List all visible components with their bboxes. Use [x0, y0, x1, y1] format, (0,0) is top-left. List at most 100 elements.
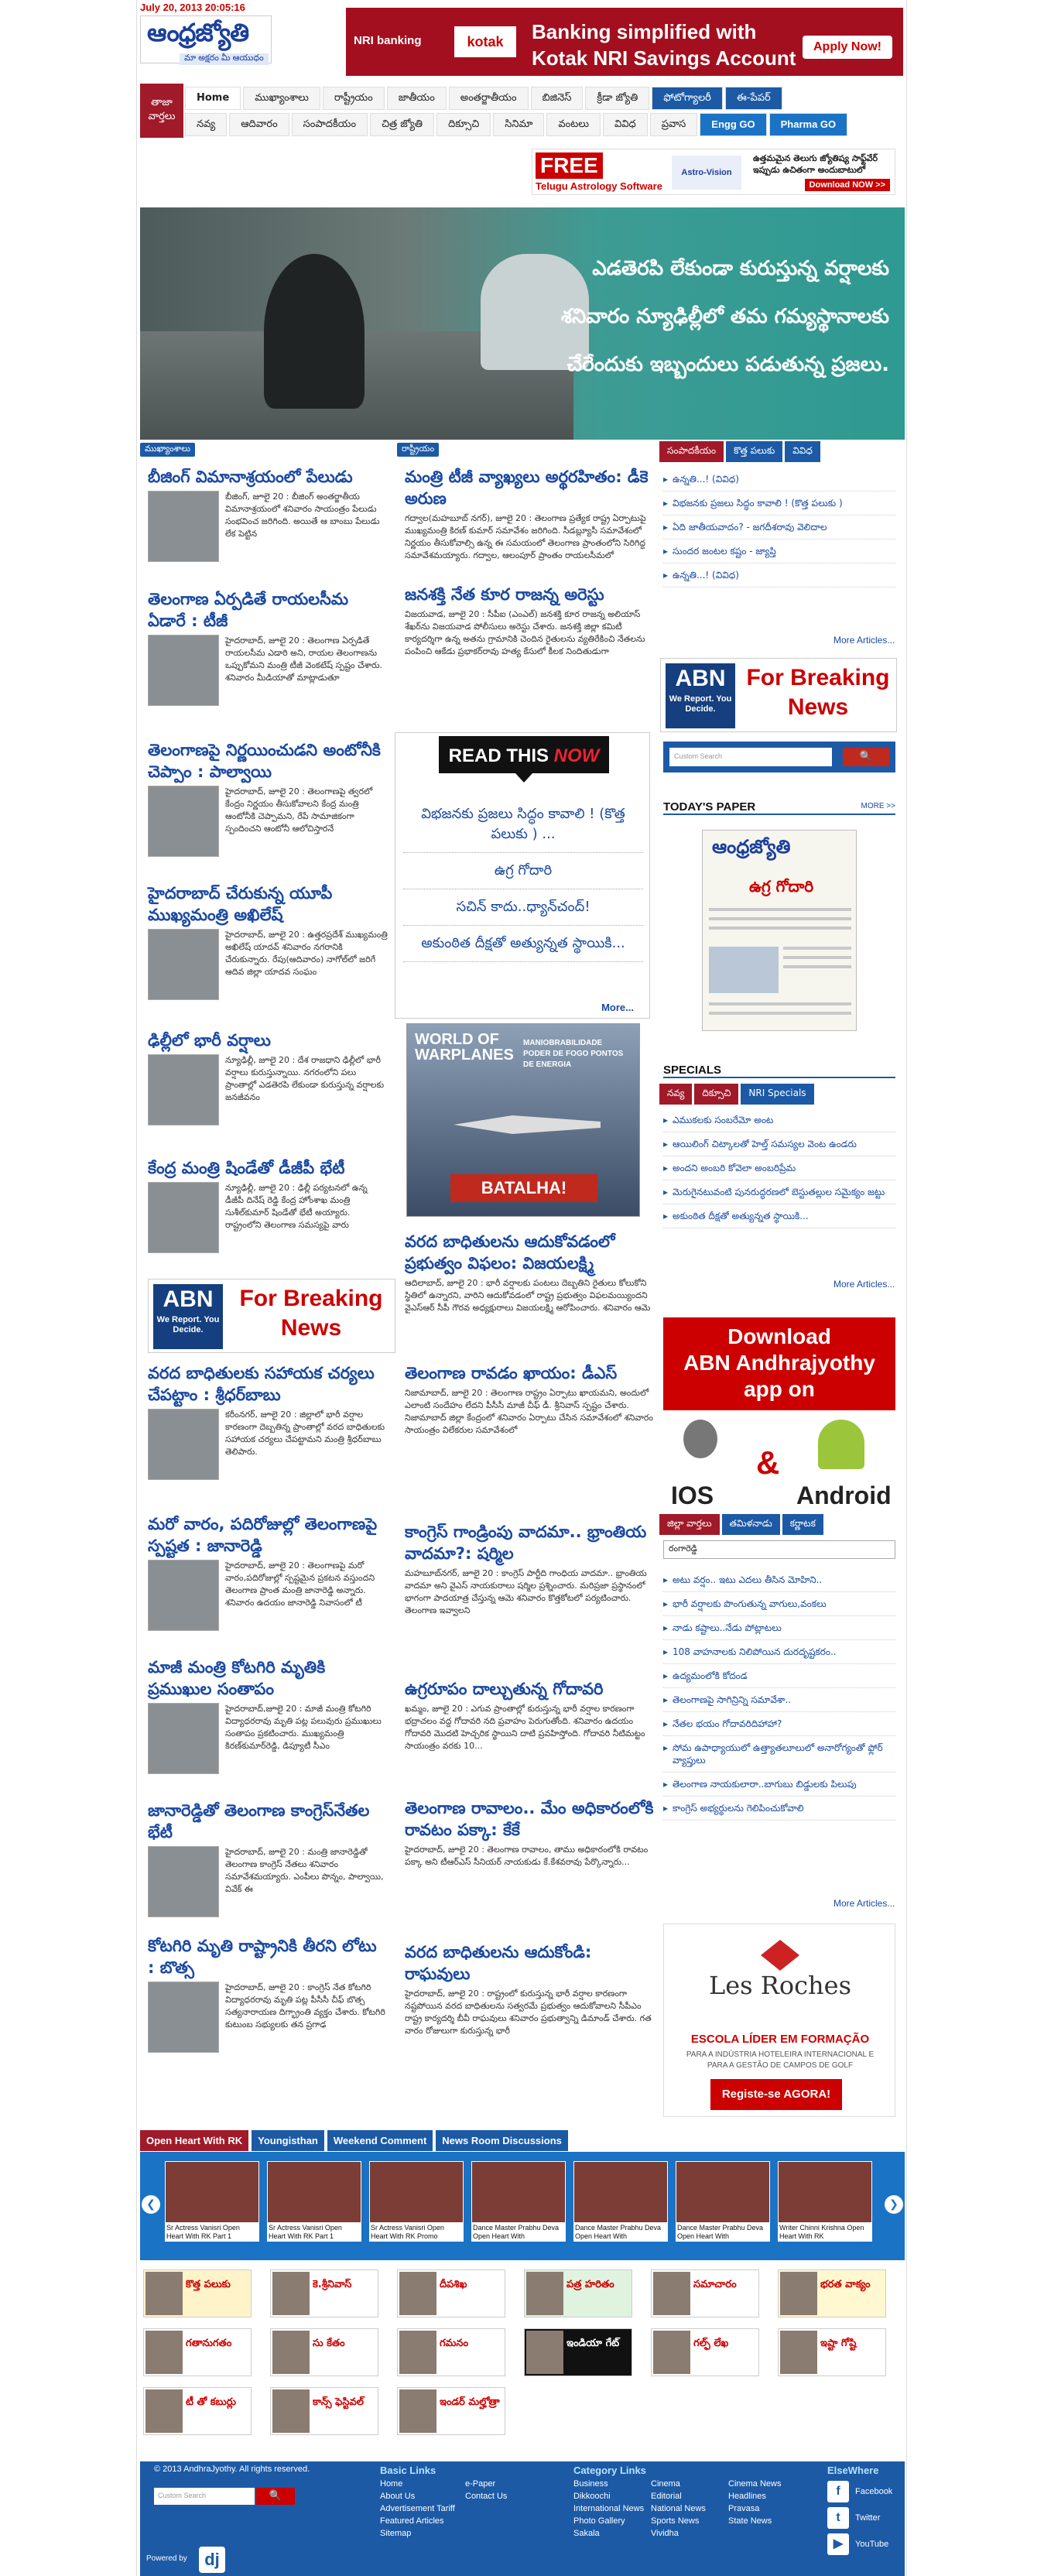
footer-link[interactable]: Photo Gallery: [573, 2516, 651, 2526]
list-item[interactable]: కాంగ్రెస్ అభ్యర్థులను గెలిపించుకోవాలి: [663, 1797, 895, 1821]
columnist-badge[interactable]: దీపశిఖ: [397, 2269, 505, 2317]
read-now-item[interactable]: విభజనకు ప్రజలు సిద్ధం కావాలి ! (కొత్త పల…: [403, 796, 643, 853]
youtube-link[interactable]: ▶ YouTube: [827, 2533, 892, 2555]
footer-link[interactable]: e-Paper: [465, 2479, 550, 2489]
video-item[interactable]: Sr Actress Vanisri Open Heart With RK Pr…: [369, 2161, 464, 2242]
footer-link[interactable]: Advertisement Tariff: [380, 2504, 465, 2513]
nav-item[interactable]: నవ్య: [185, 113, 228, 136]
list-item[interactable]: విభజనకు ప్రజలు సిద్ధం కావాలి ! (కొత్త పల…: [663, 492, 895, 516]
news-thumbnail[interactable]: [148, 786, 219, 857]
tab[interactable]: కొత్త పలుకు: [726, 441, 783, 462]
columnist-badge[interactable]: గల్ఫ్ లేఖ: [651, 2328, 759, 2376]
footer-link[interactable]: Sports News: [651, 2516, 728, 2526]
list-item[interactable]: ఏది జాతీయవాదం? - జగదీశరావు వెలిదాల: [663, 516, 895, 540]
video-thumbnail[interactable]: [471, 2161, 566, 2223]
video-item[interactable]: Writer Chinni Krishna Open Heart With RK: [778, 2161, 872, 2242]
read-more-link[interactable]: More...: [601, 1002, 634, 1013]
news-thumbnail[interactable]: [148, 929, 219, 1000]
news-thumbnail[interactable]: [148, 491, 219, 562]
footer-link[interactable]: Business: [573, 2479, 651, 2489]
more-articles-3[interactable]: More Articles...: [833, 1898, 895, 1909]
list-item[interactable]: ఉన్నతి...! (వివిధ): [663, 564, 895, 587]
list-item[interactable]: ఉద్యమంలోకి కోదండ: [663, 1664, 895, 1688]
news-thumbnail[interactable]: [148, 1054, 219, 1125]
news-headline[interactable]: కేంద్ర మంత్రి షిండేతో డీజీపీ భేటీ: [148, 1157, 388, 1179]
list-item[interactable]: 108 వాహనాలకు నిలిపోయిన దురదృష్టకరం..: [663, 1640, 895, 1664]
news-thumbnail[interactable]: [148, 1560, 219, 1631]
list-item[interactable]: అందని అంబరి కోవెలా అంబరిప్రేమ: [663, 1156, 895, 1180]
register-button[interactable]: Registe-se AGORA!: [710, 2079, 842, 2110]
video-thumbnail[interactable]: [676, 2161, 770, 2223]
nav-item[interactable]: బిజినెస్: [530, 87, 584, 110]
footer-link[interactable]: Cinema: [651, 2479, 728, 2489]
list-item[interactable]: ఆయిలింగ్ చిట్కాలతో హెల్త్ సమస్యల వెంట ఉం…: [663, 1132, 895, 1156]
les-roches-ad[interactable]: Les Roches ESCOLA LÍDER EM FORMAÇÃO PARA…: [663, 1923, 895, 2117]
tab[interactable]: NRI Specials: [741, 1084, 814, 1105]
nav-item[interactable]: దిక్సూచి: [436, 113, 491, 136]
news-headline[interactable]: మంత్రి టీజీ వ్యాఖ్యలు అర్థరహితం: డీకె అర…: [405, 466, 654, 509]
list-item[interactable]: ఎముకలకు సంబరేమో అంట: [663, 1108, 895, 1132]
search-icon[interactable]: 🔍: [843, 748, 889, 766]
prev-arrow-icon[interactable]: ❮: [142, 2195, 160, 2214]
nav-item[interactable]: వివిధ: [603, 113, 648, 136]
tab[interactable]: వివిధ: [785, 441, 820, 462]
batalha-button[interactable]: BATALHA!: [450, 1174, 597, 1202]
nav-item[interactable]: క్రీడా జ్యోతి: [585, 87, 650, 110]
todays-paper-more[interactable]: MORE >>: [861, 802, 895, 810]
news-headline[interactable]: వరద బాధితులకు సహాయక చర్యలు చేపట్టాం : శ్…: [148, 1362, 388, 1406]
photo-banner[interactable]: ఎడతెరపి లేకుండా కురుస్తున్న వర్షాలకు శని…: [140, 207, 905, 440]
columnist-badge[interactable]: టీ తో కబుర్లు: [143, 2387, 252, 2435]
video-item[interactable]: Dance Master Prabhu Deva Open Heart With: [573, 2161, 668, 2242]
next-arrow-icon[interactable]: ❯: [885, 2195, 903, 2214]
columnist-badge[interactable]: ఇష్టా గోష్టి: [778, 2328, 886, 2376]
columnist-badge[interactable]: సమాచారం: [651, 2269, 759, 2317]
footer-link[interactable]: Home: [380, 2479, 465, 2489]
news-thumbnail[interactable]: [148, 1409, 219, 1480]
search-input[interactable]: Custom Search: [669, 748, 832, 766]
video-thumbnail[interactable]: [369, 2161, 464, 2223]
tab[interactable]: జిల్లా వార్తలు: [659, 1514, 720, 1535]
columnist-badge[interactable]: సు కేతం: [270, 2328, 378, 2376]
nav-item[interactable]: Engg GO: [700, 113, 767, 136]
video-thumbnail[interactable]: [778, 2161, 872, 2223]
footer-link[interactable]: Dikkoochi: [573, 2492, 651, 2501]
footer-link[interactable]: Sakala: [573, 2529, 651, 2538]
nav-item[interactable]: Home: [185, 87, 241, 110]
list-item[interactable]: తెలంగాణ నాయకులారా..బాగుబు బిడ్డులకు పిలు…: [663, 1773, 895, 1797]
columnist-badge[interactable]: కె.శ్రీనివాస్: [270, 2269, 378, 2317]
columnist-badge[interactable]: భరత వాక్యం: [778, 2269, 886, 2317]
columnist-badge[interactable]: ఇండియా గేట్: [524, 2328, 632, 2376]
news-headline[interactable]: మరో వారం, పదిరోజుల్లో తెలంగాణపై స్పష్టత …: [148, 1513, 388, 1557]
columnist-badge[interactable]: కొత్త పలుకు: [143, 2269, 252, 2317]
todays-paper-image[interactable]: ఆంధ్రజ్యోతి ఉగ్ర గోదారి: [702, 830, 857, 1031]
more-articles-1[interactable]: More Articles...: [833, 635, 895, 646]
news-headline[interactable]: కాంగ్రెస్ గాండ్రింపు వాదమా.. భ్రాంతియ వా…: [405, 1521, 654, 1564]
video-tab[interactable]: News Room Discussions: [436, 2130, 568, 2151]
video-tab[interactable]: Open Heart With RK: [140, 2130, 249, 2151]
list-item[interactable]: ఉన్నతి...! (వివిధ): [663, 468, 895, 492]
news-headline[interactable]: ఢిల్లీలో భారీ వర్షాలు: [148, 1029, 388, 1051]
nav-item[interactable]: ప్రవాస: [649, 113, 698, 136]
nav-item[interactable]: Pharma GO: [768, 113, 848, 136]
footer-search-icon[interactable]: 🔍: [256, 2488, 295, 2505]
columnist-badge[interactable]: కాన్స్ ఫెస్టివల్: [270, 2387, 378, 2435]
news-thumbnail[interactable]: [148, 1703, 219, 1774]
video-tab[interactable]: Weekend Comment: [327, 2130, 433, 2151]
footer-link[interactable]: Headlines: [728, 2492, 806, 2501]
tab[interactable]: సంపాదకీయం: [659, 441, 724, 462]
video-thumbnail[interactable]: [165, 2161, 259, 2223]
nav-item[interactable]: ఫోటోగ్యాలరీ: [652, 87, 723, 110]
video-thumbnail[interactable]: [267, 2161, 361, 2223]
list-item[interactable]: అకుంఠిత దీక్షతో అత్యున్నత స్థాయికి...: [663, 1204, 895, 1228]
apply-now-button[interactable]: Apply Now!: [803, 36, 892, 59]
news-thumbnail[interactable]: [148, 1982, 219, 2053]
district-select[interactable]: రంగారెడ్డి: [663, 1540, 895, 1559]
news-headline[interactable]: బీజింగ్ విమానాశ్రయంలో పేలుడు: [148, 466, 388, 488]
nav-item[interactable]: రాష్ట్రీయం: [322, 87, 385, 110]
astro-ad[interactable]: FREE Telugu Astrology Software Astro-Vis…: [532, 149, 895, 195]
tab[interactable]: నవ్య: [659, 1084, 693, 1105]
footer-link[interactable]: State News: [728, 2516, 806, 2526]
news-headline[interactable]: తెలంగాణపై నిర్ణయించుడని అంటోనీకి చెప్పాం…: [148, 739, 388, 783]
nav-item[interactable]: ఆదివారం: [229, 113, 289, 136]
news-headline[interactable]: మాజీ మంత్రి కోటగిరి మృతికి ప్రముఖుల సంతా…: [148, 1656, 388, 1700]
